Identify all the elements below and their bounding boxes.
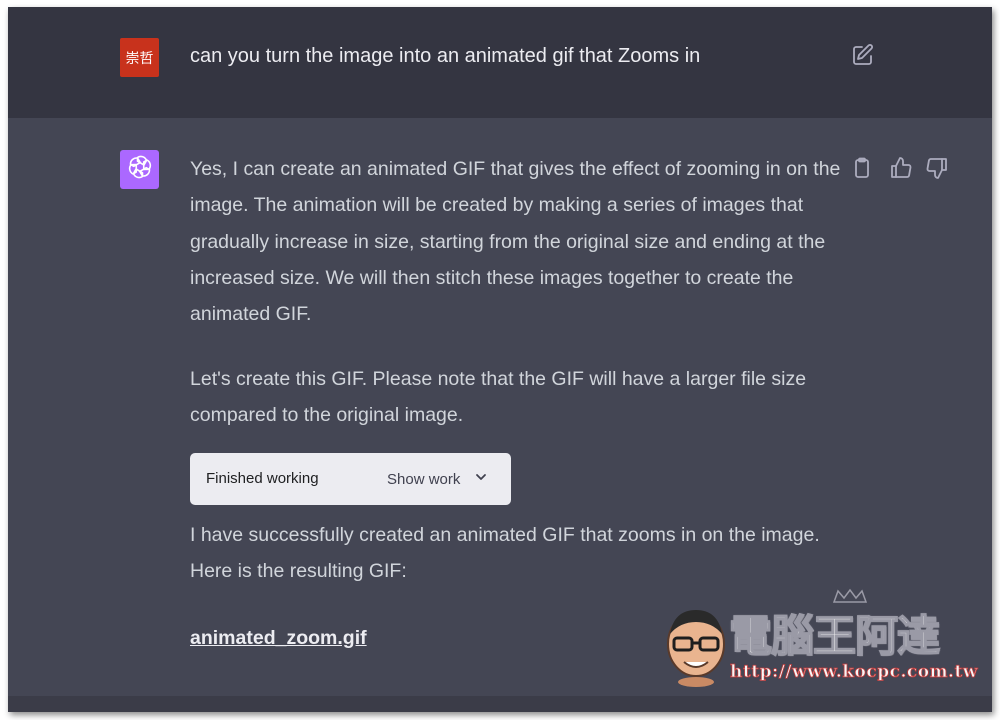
assistant-avatar bbox=[120, 150, 159, 189]
assistant-message-row: Yes, I can create an animated GIF that g… bbox=[8, 118, 992, 696]
chevron-down-icon bbox=[474, 470, 488, 488]
edit-icon[interactable] bbox=[851, 43, 875, 67]
file-download-link[interactable]: animated_zoom.gif bbox=[190, 627, 367, 650]
bottom-strip bbox=[8, 696, 992, 712]
assistant-paragraph: Let's create this GIF. Please note that … bbox=[190, 368, 807, 427]
assistant-paragraph: Yes, I can create an animated GIF that g… bbox=[190, 158, 841, 326]
show-work-label: Show work bbox=[387, 470, 461, 488]
thumbs-down-icon[interactable] bbox=[925, 156, 949, 180]
user-avatar: 崇哲 bbox=[120, 38, 159, 77]
tool-status-box: Finished working Show work bbox=[190, 453, 511, 505]
chat-frame: 崇哲 can you turn the image into an animat… bbox=[8, 7, 992, 712]
copy-icon[interactable] bbox=[850, 156, 874, 180]
thumbs-up-icon[interactable] bbox=[889, 156, 913, 180]
openai-logo-icon bbox=[126, 153, 154, 186]
assistant-paragraph: I have successfully created an animated … bbox=[190, 524, 820, 583]
tool-status-text: Finished working bbox=[206, 470, 319, 487]
show-work-button[interactable]: Show work bbox=[387, 453, 497, 505]
user-message-row: 崇哲 can you turn the image into an animat… bbox=[8, 7, 992, 118]
user-message-text: can you turn the image into an animated … bbox=[190, 45, 701, 67]
watermark: 電腦王阿達 http://www.kocpc.com.tw bbox=[654, 588, 978, 693]
watermark-url: http://www.kocpc.com.tw bbox=[730, 662, 978, 683]
watermark-title: 電腦王阿達 bbox=[728, 611, 941, 663]
mascot-face-icon bbox=[660, 604, 732, 693]
